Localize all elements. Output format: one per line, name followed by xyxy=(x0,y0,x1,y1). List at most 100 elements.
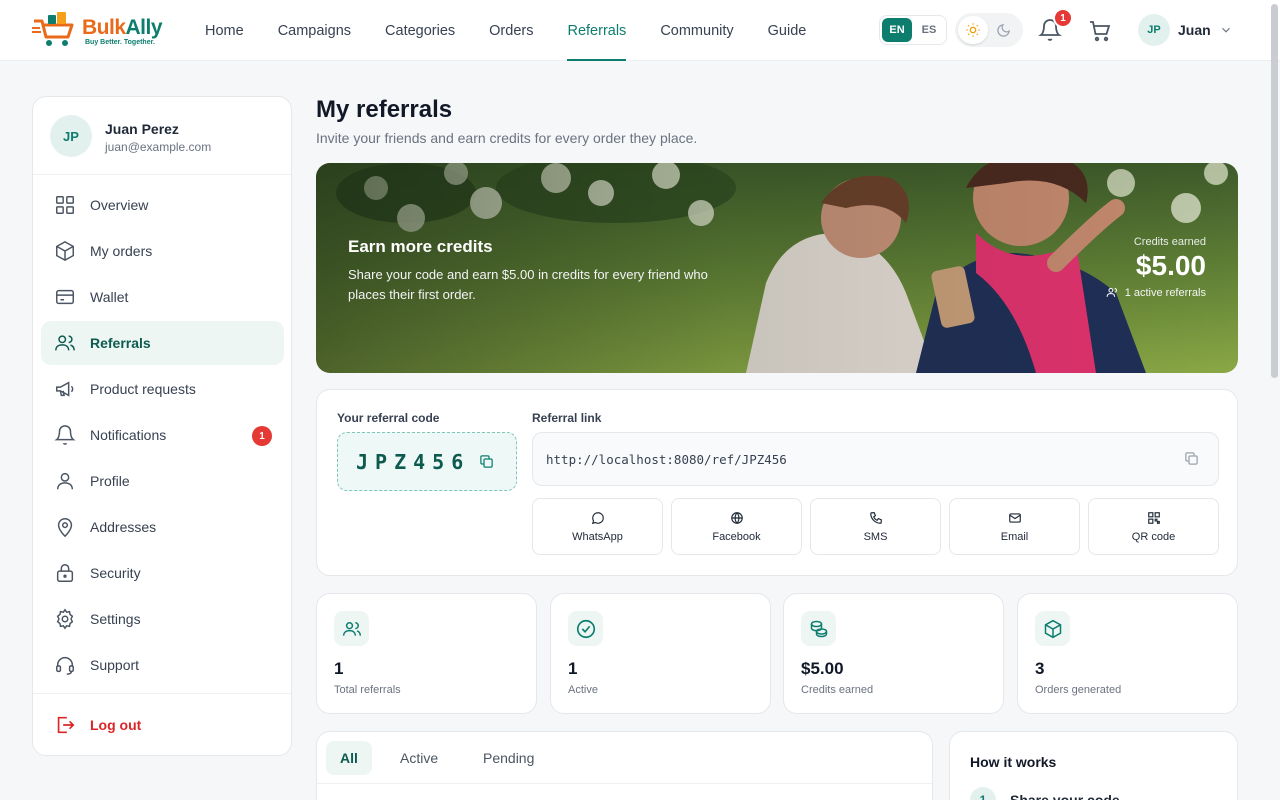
tab-pending[interactable]: Pending xyxy=(469,741,548,775)
referral-link-field[interactable]: http://localhost:8080/ref/JPZ456 xyxy=(532,432,1219,486)
logo-tagline: Buy Better. Together. xyxy=(85,39,155,46)
page-scrollbar[interactable] xyxy=(1271,4,1278,378)
share-buttons: WhatsApp Facebook SMS Email QR code xyxy=(532,498,1219,555)
notification-count-badge: 1 xyxy=(1053,8,1073,28)
share-facebook-button[interactable]: Facebook xyxy=(671,498,802,555)
lock-icon xyxy=(56,564,74,582)
sidebar-item-label: Security xyxy=(90,565,141,581)
theme-toggle xyxy=(955,13,1023,47)
page-subtitle: Invite your friends and earn credits for… xyxy=(316,130,698,146)
stat-icon-box xyxy=(334,611,369,646)
sidebar-item-label: Referrals xyxy=(90,335,151,351)
dark-theme-button[interactable] xyxy=(988,16,1018,44)
user-email: juan@example.com xyxy=(105,140,212,154)
stat-card-orders-generated: 3 Orders generated xyxy=(1017,593,1238,714)
share-label: WhatsApp xyxy=(572,530,623,543)
referral-link-label: Referral link xyxy=(532,411,602,425)
chevron-down-icon xyxy=(1221,27,1230,33)
nav-campaigns[interactable]: Campaigns xyxy=(261,0,368,61)
stat-value: 1 xyxy=(568,659,578,678)
sidebar-item-label: Notifications xyxy=(90,427,167,443)
sidebar-item-profile[interactable]: Profile xyxy=(41,459,284,503)
sidebar-item-security[interactable]: Security xyxy=(41,551,284,595)
stat-icon-box xyxy=(801,611,836,646)
sidebar-item-wallet[interactable]: Wallet xyxy=(41,275,284,319)
share-label: Facebook xyxy=(712,530,761,543)
share-email-button[interactable]: Email xyxy=(949,498,1080,555)
language-switcher: EN ES xyxy=(879,15,947,45)
user-menu[interactable]: JP Juan xyxy=(1138,14,1233,46)
lang-en-button[interactable]: EN xyxy=(882,18,912,42)
light-theme-button[interactable] xyxy=(958,16,988,44)
globe-icon xyxy=(730,511,743,524)
sidebar-user-card: JP Juan Perez juan@example.com xyxy=(33,97,291,175)
logout-icon xyxy=(57,716,75,734)
user-icon xyxy=(56,472,74,490)
cart-logo-icon xyxy=(32,12,74,46)
referral-code-label: Your referral code xyxy=(337,411,440,425)
share-label: QR code xyxy=(1131,530,1176,543)
step-number: 1 xyxy=(970,787,996,800)
sidebar-item-label: Settings xyxy=(90,611,141,627)
sidebar-divider xyxy=(33,693,291,694)
sidebar-item-referrals[interactable]: Referrals xyxy=(41,321,284,365)
nav-guide[interactable]: Guide xyxy=(751,0,824,61)
sidebar-item-overview[interactable]: Overview xyxy=(41,183,284,227)
users-icon xyxy=(342,621,361,636)
phone-icon xyxy=(869,511,882,524)
sidebar-item-addresses[interactable]: Addresses xyxy=(41,505,284,549)
wallet-icon xyxy=(56,289,74,305)
sidebar-item-label: Product requests xyxy=(90,381,196,397)
logout-label: Log out xyxy=(90,717,142,733)
stat-value: 3 xyxy=(1035,659,1045,678)
sidebar-item-notifications[interactable]: Notifications 1 xyxy=(41,413,284,457)
sidebar-item-my-orders[interactable]: My orders xyxy=(41,229,284,273)
tab-active[interactable]: Active xyxy=(386,741,452,775)
share-whatsapp-button[interactable]: WhatsApp xyxy=(532,498,663,555)
credits-earned-value: $5.00 xyxy=(1135,250,1206,281)
stat-icon-box xyxy=(1035,611,1070,646)
sidebar-item-label: Support xyxy=(90,657,140,673)
stat-card-active: 1 Active xyxy=(550,593,771,714)
referral-hero-banner: Earn more credits Share your code and ea… xyxy=(316,163,1238,373)
sidebar-item-support[interactable]: Support xyxy=(41,643,284,687)
nav-referrals[interactable]: Referrals xyxy=(550,0,643,61)
grid-icon xyxy=(56,196,74,214)
user-full-name: Juan Perez xyxy=(105,121,179,137)
nav-orders[interactable]: Orders xyxy=(472,0,550,61)
hero-title: Earn more credits xyxy=(348,237,493,256)
active-referrals-text: 1 active referrals xyxy=(1124,286,1206,299)
cart-icon xyxy=(1090,21,1111,42)
logo-wordmark: BulkAlly xyxy=(82,16,163,39)
cart-button[interactable] xyxy=(1088,19,1112,43)
stat-label: Active xyxy=(568,684,598,696)
tabs-divider xyxy=(317,783,932,784)
referral-code-box[interactable]: JPZ456 xyxy=(337,432,517,491)
how-it-works-step: 1 Share your code xyxy=(970,787,1120,800)
lang-es-button[interactable]: ES xyxy=(914,18,944,42)
nav-community[interactable]: Community xyxy=(643,0,750,61)
tab-all[interactable]: All xyxy=(326,741,372,775)
stat-label: Credits earned xyxy=(801,684,874,696)
referral-code: JPZ456 xyxy=(356,449,471,474)
nav-categories[interactable]: Categories xyxy=(368,0,472,61)
share-qr-code-button[interactable]: QR code xyxy=(1088,498,1219,555)
share-sms-button[interactable]: SMS xyxy=(810,498,941,555)
share-label: SMS xyxy=(863,530,888,543)
sidebar-item-product-requests[interactable]: Product requests xyxy=(41,367,284,411)
logout-button[interactable]: Log out xyxy=(41,703,284,747)
sidebar-item-label: Addresses xyxy=(90,519,157,535)
sidebar-item-settings[interactable]: Settings xyxy=(41,597,284,641)
gear-icon xyxy=(56,608,74,630)
bell-icon xyxy=(54,425,76,445)
avatar: JP xyxy=(50,115,92,157)
box-icon xyxy=(56,240,74,262)
active-referrals-summary: 1 active referrals xyxy=(1106,286,1206,299)
logo[interactable]: BulkAlly Buy Better. Together. xyxy=(32,11,182,49)
credits-earned-label: Credits earned xyxy=(1133,236,1206,248)
copy-icon xyxy=(480,455,493,468)
nav-home[interactable]: Home xyxy=(188,0,261,61)
stat-label: Total referrals xyxy=(334,684,401,696)
notification-count-badge: 1 xyxy=(252,426,272,446)
step-label: Share your code xyxy=(1010,792,1120,800)
